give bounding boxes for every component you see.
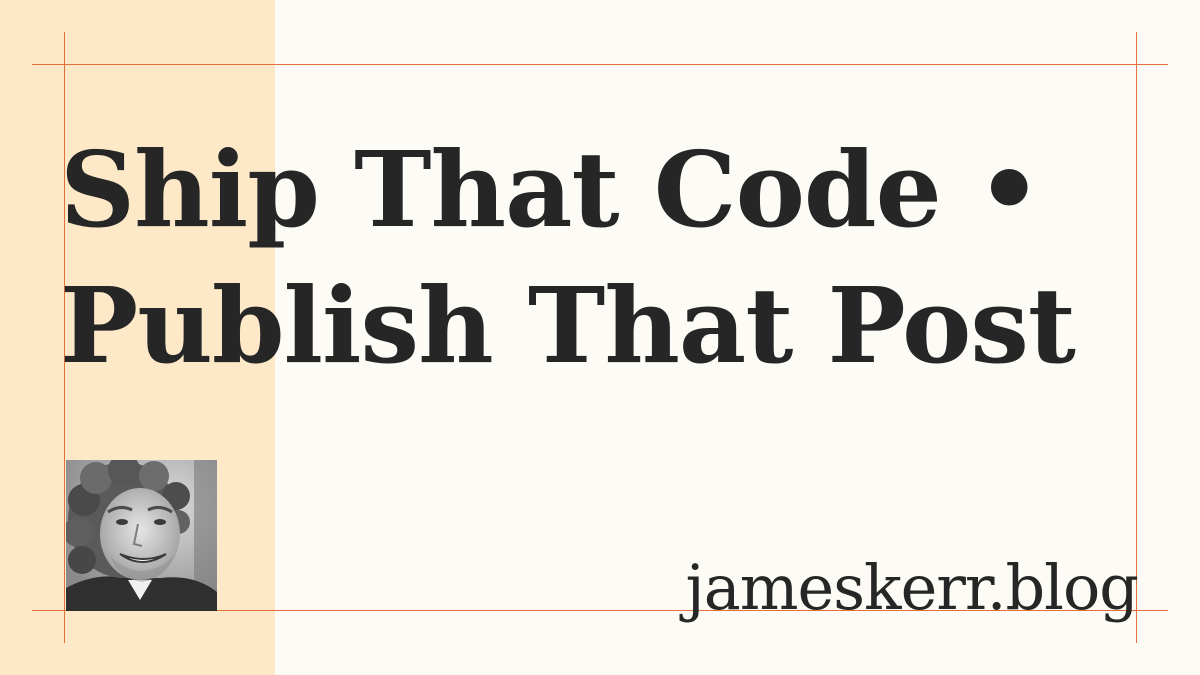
author-avatar xyxy=(66,460,217,611)
headline-line-1: Ship That Code • xyxy=(60,128,1042,251)
headline-line-2: Publish That Post xyxy=(60,264,1076,387)
author-portrait-icon xyxy=(66,460,217,611)
site-domain: jameskerr.blog xyxy=(685,551,1139,624)
headline: Ship That Code • Publish That Post xyxy=(60,122,1076,394)
top-guide-line xyxy=(32,64,1168,65)
